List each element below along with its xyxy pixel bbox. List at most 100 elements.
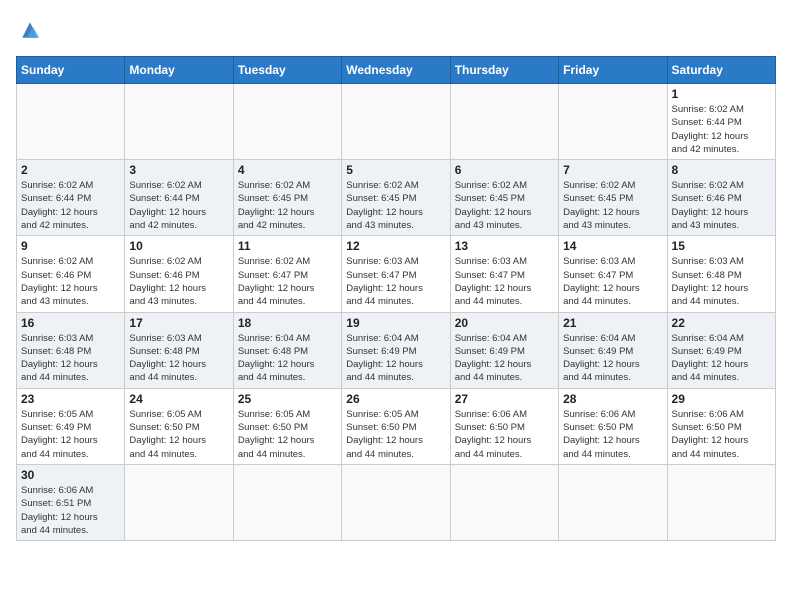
calendar-header-row: SundayMondayTuesdayWednesdayThursdayFrid… (17, 57, 776, 84)
calendar-cell (450, 464, 558, 540)
calendar-cell: 26 Sunrise: 6:05 AM Sunset: 6:50 PM Dayli… (342, 388, 450, 464)
day-info: Sunrise: 6:03 AM Sunset: 6:47 PM Dayligh… (346, 255, 445, 308)
day-number: 15 (672, 239, 771, 253)
day-info: Sunrise: 6:06 AM Sunset: 6:50 PM Dayligh… (455, 408, 554, 461)
calendar-cell: 23 Sunrise: 6:05 AM Sunset: 6:49 PM Dayli… (17, 388, 125, 464)
day-number: 18 (238, 316, 337, 330)
day-number: 12 (346, 239, 445, 253)
calendar-header-wednesday: Wednesday (342, 57, 450, 84)
day-number: 13 (455, 239, 554, 253)
day-info: Sunrise: 6:03 AM Sunset: 6:47 PM Dayligh… (455, 255, 554, 308)
calendar-week-row: 1 Sunrise: 6:02 AM Sunset: 6:44 PM Daylig… (17, 84, 776, 160)
calendar-cell (667, 464, 775, 540)
calendar-cell: 18 Sunrise: 6:04 AM Sunset: 6:48 PM Dayli… (233, 312, 341, 388)
day-number: 24 (129, 392, 228, 406)
day-number: 26 (346, 392, 445, 406)
day-info: Sunrise: 6:03 AM Sunset: 6:48 PM Dayligh… (21, 332, 120, 385)
day-info: Sunrise: 6:02 AM Sunset: 6:46 PM Dayligh… (672, 179, 771, 232)
day-number: 16 (21, 316, 120, 330)
calendar-cell: 30 Sunrise: 6:06 AM Sunset: 6:51 PM Dayli… (17, 464, 125, 540)
day-number: 6 (455, 163, 554, 177)
day-number: 30 (21, 468, 120, 482)
calendar-cell (450, 84, 558, 160)
day-info: Sunrise: 6:05 AM Sunset: 6:50 PM Dayligh… (346, 408, 445, 461)
calendar-week-row: 2Sunrise: 6:02 AM Sunset: 6:44 PM Daylig… (17, 160, 776, 236)
day-info: Sunrise: 6:02 AM Sunset: 6:45 PM Dayligh… (346, 179, 445, 232)
day-info: Sunrise: 6:04 AM Sunset: 6:49 PM Dayligh… (346, 332, 445, 385)
day-number: 1 (672, 87, 771, 101)
calendar-header-sunday: Sunday (17, 57, 125, 84)
calendar-table: SundayMondayTuesdayWednesdayThursdayFrid… (16, 56, 776, 541)
calendar-cell (342, 84, 450, 160)
calendar-cell: 5 Sunrise: 6:02 AM Sunset: 6:45 PM Daylig… (342, 160, 450, 236)
day-info: Sunrise: 6:02 AM Sunset: 6:47 PM Dayligh… (238, 255, 337, 308)
day-info: Sunrise: 6:03 AM Sunset: 6:47 PM Dayligh… (563, 255, 662, 308)
calendar-cell: 11 Sunrise: 6:02 AM Sunset: 6:47 PM Dayli… (233, 236, 341, 312)
day-number: 20 (455, 316, 554, 330)
calendar-cell: 4 Sunrise: 6:02 AM Sunset: 6:45 PM Daylig… (233, 160, 341, 236)
calendar-cell: 20Sunrise: 6:04 AM Sunset: 6:49 PM Dayli… (450, 312, 558, 388)
calendar-week-row: 30 Sunrise: 6:06 AM Sunset: 6:51 PM Dayli… (17, 464, 776, 540)
day-info: Sunrise: 6:02 AM Sunset: 6:46 PM Dayligh… (129, 255, 228, 308)
day-info: Sunrise: 6:04 AM Sunset: 6:49 PM Dayligh… (563, 332, 662, 385)
day-info: Sunrise: 6:04 AM Sunset: 6:49 PM Dayligh… (672, 332, 771, 385)
day-number: 28 (563, 392, 662, 406)
day-info: Sunrise: 6:02 AM Sunset: 6:46 PM Dayligh… (21, 255, 120, 308)
day-info: Sunrise: 6:02 AM Sunset: 6:45 PM Dayligh… (238, 179, 337, 232)
day-number: 14 (563, 239, 662, 253)
day-number: 10 (129, 239, 228, 253)
day-number: 5 (346, 163, 445, 177)
generalblue-logo-icon (16, 16, 44, 44)
calendar-cell: 14 Sunrise: 6:03 AM Sunset: 6:47 PM Dayli… (559, 236, 667, 312)
calendar-cell: 29Sunrise: 6:06 AM Sunset: 6:50 PM Dayli… (667, 388, 775, 464)
calendar-cell: 24 Sunrise: 6:05 AM Sunset: 6:50 PM Dayli… (125, 388, 233, 464)
calendar-cell (559, 464, 667, 540)
calendar-header-friday: Friday (559, 57, 667, 84)
calendar-cell: 13 Sunrise: 6:03 AM Sunset: 6:47 PM Dayli… (450, 236, 558, 312)
day-number: 7 (563, 163, 662, 177)
day-info: Sunrise: 6:06 AM Sunset: 6:51 PM Dayligh… (21, 484, 120, 537)
calendar-cell: 16 Sunrise: 6:03 AM Sunset: 6:48 PM Dayli… (17, 312, 125, 388)
calendar-cell (17, 84, 125, 160)
day-number: 29 (672, 392, 771, 406)
day-info: Sunrise: 6:06 AM Sunset: 6:50 PM Dayligh… (563, 408, 662, 461)
calendar-header-saturday: Saturday (667, 57, 775, 84)
day-info: Sunrise: 6:02 AM Sunset: 6:45 PM Dayligh… (455, 179, 554, 232)
day-info: Sunrise: 6:02 AM Sunset: 6:45 PM Dayligh… (563, 179, 662, 232)
day-number: 22 (672, 316, 771, 330)
day-info: Sunrise: 6:02 AM Sunset: 6:44 PM Dayligh… (672, 103, 771, 156)
day-number: 21 (563, 316, 662, 330)
day-number: 23 (21, 392, 120, 406)
day-number: 25 (238, 392, 337, 406)
day-number: 2 (21, 163, 120, 177)
day-number: 19 (346, 316, 445, 330)
calendar-cell: 17Sunrise: 6:03 AM Sunset: 6:48 PM Dayli… (125, 312, 233, 388)
calendar-cell: 19 Sunrise: 6:04 AM Sunset: 6:49 PM Dayli… (342, 312, 450, 388)
calendar-cell (233, 84, 341, 160)
calendar-cell: 9Sunrise: 6:02 AM Sunset: 6:46 PM Daylig… (17, 236, 125, 312)
calendar-cell: 21 Sunrise: 6:04 AM Sunset: 6:49 PM Dayli… (559, 312, 667, 388)
calendar-cell: 8 Sunrise: 6:02 AM Sunset: 6:46 PM Daylig… (667, 160, 775, 236)
day-number: 3 (129, 163, 228, 177)
calendar-cell (233, 464, 341, 540)
calendar-cell (342, 464, 450, 540)
calendar-cell: 22 Sunrise: 6:04 AM Sunset: 6:49 PM Dayli… (667, 312, 775, 388)
calendar-header-monday: Monday (125, 57, 233, 84)
calendar-week-row: 23 Sunrise: 6:05 AM Sunset: 6:49 PM Dayli… (17, 388, 776, 464)
calendar-cell: 1 Sunrise: 6:02 AM Sunset: 6:44 PM Daylig… (667, 84, 775, 160)
day-number: 8 (672, 163, 771, 177)
calendar-cell (125, 464, 233, 540)
calendar-header-tuesday: Tuesday (233, 57, 341, 84)
day-number: 27 (455, 392, 554, 406)
day-info: Sunrise: 6:04 AM Sunset: 6:48 PM Dayligh… (238, 332, 337, 385)
day-info: Sunrise: 6:05 AM Sunset: 6:50 PM Dayligh… (238, 408, 337, 461)
day-info: Sunrise: 6:05 AM Sunset: 6:49 PM Dayligh… (21, 408, 120, 461)
calendar-cell: 15Sunrise: 6:03 AM Sunset: 6:48 PM Dayli… (667, 236, 775, 312)
calendar-cell: 3Sunrise: 6:02 AM Sunset: 6:44 PM Daylig… (125, 160, 233, 236)
calendar-cell: 25 Sunrise: 6:05 AM Sunset: 6:50 PM Dayli… (233, 388, 341, 464)
day-number: 4 (238, 163, 337, 177)
calendar-cell (559, 84, 667, 160)
day-number: 11 (238, 239, 337, 253)
day-info: Sunrise: 6:05 AM Sunset: 6:50 PM Dayligh… (129, 408, 228, 461)
calendar-cell: 6 Sunrise: 6:02 AM Sunset: 6:45 PM Daylig… (450, 160, 558, 236)
